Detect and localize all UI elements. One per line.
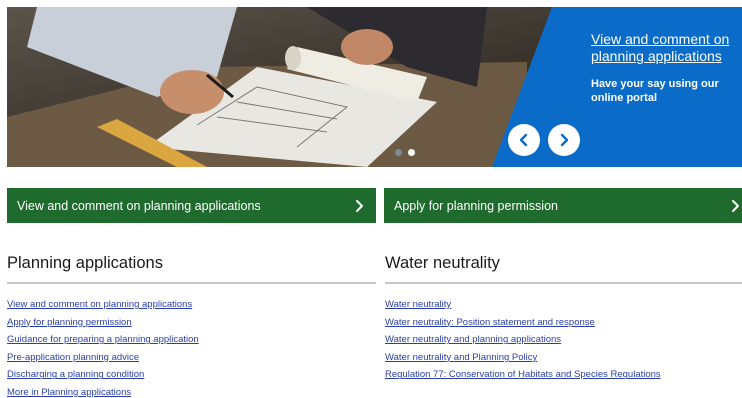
list-item: Pre-application planning advice	[7, 349, 376, 367]
chevron-right-icon	[356, 199, 363, 212]
hero-text: View and comment on planning application…	[591, 31, 741, 105]
carousel-dot-1[interactable]	[395, 149, 402, 156]
link[interactable]: Water neutrality: Position statement and…	[385, 317, 595, 328]
link[interactable]: Water neutrality and planning applicatio…	[385, 334, 561, 345]
list-item: View and comment on planning application…	[7, 296, 376, 314]
link[interactable]: Discharging a planning condition	[7, 369, 144, 380]
link[interactable]: View and comment on planning application…	[7, 299, 192, 310]
list-item: Guidance for preparing a planning applic…	[7, 331, 376, 349]
quick-link-label: Apply for planning permission	[394, 198, 558, 213]
section-heading: Planning applications	[7, 252, 376, 284]
list-item: Regulation 77: Conservation of Habitats …	[385, 366, 742, 384]
chevron-right-icon	[732, 199, 739, 212]
list-item: Water neutrality and planning applicatio…	[385, 331, 742, 349]
chevron-right-icon	[560, 133, 569, 147]
quick-link-view-comment-button[interactable]: View and comment on planning application…	[7, 188, 376, 223]
section-heading: Water neutrality	[385, 252, 742, 284]
section-planning-applications: Planning applications View and comment o…	[7, 252, 376, 398]
carousel-dots	[395, 149, 415, 156]
quick-link-apply-button[interactable]: Apply for planning permission	[384, 188, 742, 223]
hero-carousel: View and comment on planning application…	[7, 7, 742, 167]
link-list: View and comment on planning application…	[7, 296, 376, 398]
carousel-prev-button[interactable]	[508, 124, 540, 156]
link-list: Water neutrality Water neutrality: Posit…	[385, 296, 742, 384]
link[interactable]: Apply for planning permission	[7, 317, 132, 328]
link[interactable]: Water neutrality	[385, 299, 451, 310]
list-item: Water neutrality and Planning Policy	[385, 349, 742, 367]
carousel-dot-2[interactable]	[408, 149, 415, 156]
list-item: Water neutrality	[385, 296, 742, 314]
hero-title-link[interactable]: View and comment on planning application…	[591, 31, 741, 65]
link[interactable]: Regulation 77: Conservation of Habitats …	[385, 369, 661, 380]
link[interactable]: Pre-application planning advice	[7, 352, 139, 363]
link[interactable]: Guidance for preparing a planning applic…	[7, 334, 199, 345]
list-item: Apply for planning permission	[7, 314, 376, 332]
list-item: Discharging a planning condition	[7, 366, 376, 384]
hero-subtitle: Have your say using our online portal	[591, 78, 719, 104]
link[interactable]: More in Planning applications	[7, 387, 131, 398]
section-water-neutrality: Water neutrality Water neutrality Water …	[385, 252, 742, 384]
link[interactable]: Water neutrality and Planning Policy	[385, 352, 537, 363]
carousel-next-button[interactable]	[548, 124, 580, 156]
quick-link-label: View and comment on planning application…	[17, 198, 261, 213]
chevron-left-icon	[519, 133, 528, 147]
list-item: Water neutrality: Position statement and…	[385, 314, 742, 332]
list-item: More in Planning applications	[7, 384, 376, 398]
